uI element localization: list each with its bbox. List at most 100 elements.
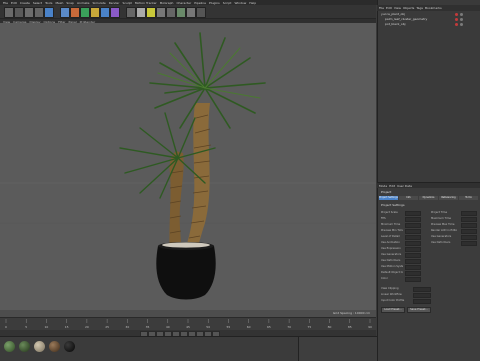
timeline-tick-label: 75 [307, 325, 311, 329]
field-label: Linear Workflow [381, 293, 402, 296]
field-label: Use Deformers [431, 241, 451, 244]
toolbar-button[interactable] [90, 7, 100, 18]
field-input[interactable] [405, 271, 421, 276]
preset-button[interactable]: Load Preset... [381, 307, 405, 313]
timeline-tick-label: 65 [267, 325, 271, 329]
field-input[interactable] [405, 253, 421, 258]
toolbar-button[interactable] [110, 7, 120, 18]
timeline-tick-label: 0 [5, 325, 7, 329]
field-input[interactable] [461, 223, 477, 228]
field-label: Minimum Time [381, 223, 401, 226]
object-tags[interactable] [455, 12, 475, 26]
field-input[interactable] [413, 287, 431, 292]
field-input[interactable] [461, 235, 477, 240]
object-row[interactable]: yucca_plant_obj [381, 12, 405, 16]
field-input[interactable] [405, 277, 421, 282]
attribute-menu-item[interactable]: User Data [397, 184, 412, 189]
toolbar-button[interactable] [24, 7, 34, 18]
material-swatch[interactable] [19, 341, 30, 352]
field-label: Project Scale [381, 211, 398, 214]
toolbar-button[interactable] [156, 7, 166, 18]
field-input[interactable] [461, 211, 477, 216]
attribute-tab[interactable]: Project Settings [379, 196, 398, 200]
timeline-tick-label: 5 [25, 325, 27, 329]
toolbar-button[interactable] [186, 7, 196, 18]
toolbar-button[interactable] [146, 7, 156, 18]
field-input[interactable] [405, 229, 421, 234]
attribute-tab[interactable]: Info [399, 196, 418, 200]
attribute-tab[interactable]: To Do [459, 196, 478, 200]
viewport-scene [0, 23, 376, 317]
field-label: Use Deformers [381, 259, 401, 262]
viewport[interactable]: Grid Spacing : 10000 cm [0, 23, 376, 317]
object-menu-item[interactable]: Edit [386, 5, 392, 11]
timeline-tick-label: 45 [186, 325, 190, 329]
toolbar-button[interactable] [126, 7, 136, 18]
toolbar-button[interactable] [166, 7, 176, 18]
timeline[interactable]: 0 5 10 15 20 25 30 35 40 45 50 55 60 65 70 75 80 85 90 [0, 317, 376, 331]
attribute-tab[interactable]: Referencing [439, 196, 458, 200]
toolbar-button[interactable] [4, 7, 14, 18]
field-input[interactable] [461, 229, 477, 234]
attribute-menu-item[interactable]: Mode [379, 184, 387, 189]
toolbar-button[interactable] [80, 7, 90, 18]
field-input[interactable] [461, 241, 477, 246]
object-manager [377, 0, 480, 182]
toolbar-button[interactable] [176, 7, 186, 18]
field-input[interactable] [405, 259, 421, 264]
timeline-tick-label: 55 [227, 325, 231, 329]
object-menu-item[interactable]: File [379, 5, 384, 11]
toolbar-button[interactable] [34, 7, 44, 18]
field-input[interactable] [413, 299, 431, 304]
field-input[interactable] [405, 223, 421, 228]
field-input[interactable] [405, 265, 421, 270]
field-label: Maximum Time [431, 217, 451, 220]
plant-pot [156, 242, 216, 300]
object-menu-item[interactable]: Tags [416, 5, 423, 11]
toolbar-button[interactable] [14, 7, 24, 18]
timeline-tick-label: 30 [125, 325, 129, 329]
material-swatch[interactable] [4, 341, 15, 352]
object-menu-item[interactable]: View [394, 5, 401, 11]
object-menu-item[interactable]: Bookmarks [425, 5, 442, 11]
timeline-tick-label: 35 [146, 325, 150, 329]
coordinates-manager [298, 336, 377, 361]
toolbar-button[interactable] [100, 7, 110, 18]
toolbar-button[interactable] [70, 7, 80, 18]
field-label: Preview Min Time [381, 229, 403, 232]
attribute-fields: Project Scale FPS Minimum Time Preview Min … [377, 207, 480, 357]
field-input[interactable] [405, 241, 421, 246]
material-swatch[interactable] [34, 341, 45, 352]
field-label: FPS [381, 217, 386, 220]
attribute-menu-item[interactable]: Edit [389, 184, 395, 189]
field-input[interactable] [461, 217, 477, 222]
field-input[interactable] [405, 211, 421, 216]
timeline-tick-label: 25 [105, 325, 109, 329]
preset-button[interactable]: Save Preset... [407, 307, 431, 313]
toolbar-button[interactable] [44, 7, 54, 18]
timeline-tick-label: 15 [65, 325, 69, 329]
field-input[interactable] [413, 293, 431, 298]
attribute-manager-menu: Mode Edit User Data [377, 183, 480, 188]
field-input[interactable] [405, 247, 421, 252]
object-row[interactable]: pot_black_obj [385, 22, 405, 26]
toolbar-button[interactable] [60, 7, 70, 18]
object-menu-item[interactable]: Objects [403, 5, 414, 11]
field-label: Preview Max Time [431, 223, 455, 226]
toolbar-button[interactable] [196, 7, 206, 18]
material-swatch[interactable] [49, 341, 60, 352]
object-row[interactable]: palm_leaf_cluster_geometry [385, 17, 427, 21]
field-label: Use Expression [381, 247, 401, 250]
toolbar-button[interactable] [136, 7, 146, 18]
main-toolbar [0, 5, 376, 19]
field-label: View Clipping [381, 287, 399, 290]
attribute-tab[interactable]: Dynamics [419, 196, 438, 200]
field-label: Render LOD in Editor [431, 229, 457, 232]
field-input[interactable] [405, 235, 421, 240]
field-input[interactable] [405, 217, 421, 222]
material-manager [0, 336, 298, 361]
material-swatch[interactable] [64, 341, 75, 352]
timeline-tick-label: 20 [85, 325, 89, 329]
grid-spacing-label: Grid Spacing : 10000 cm [332, 311, 370, 315]
timeline-tick-label: 90 [368, 325, 372, 329]
